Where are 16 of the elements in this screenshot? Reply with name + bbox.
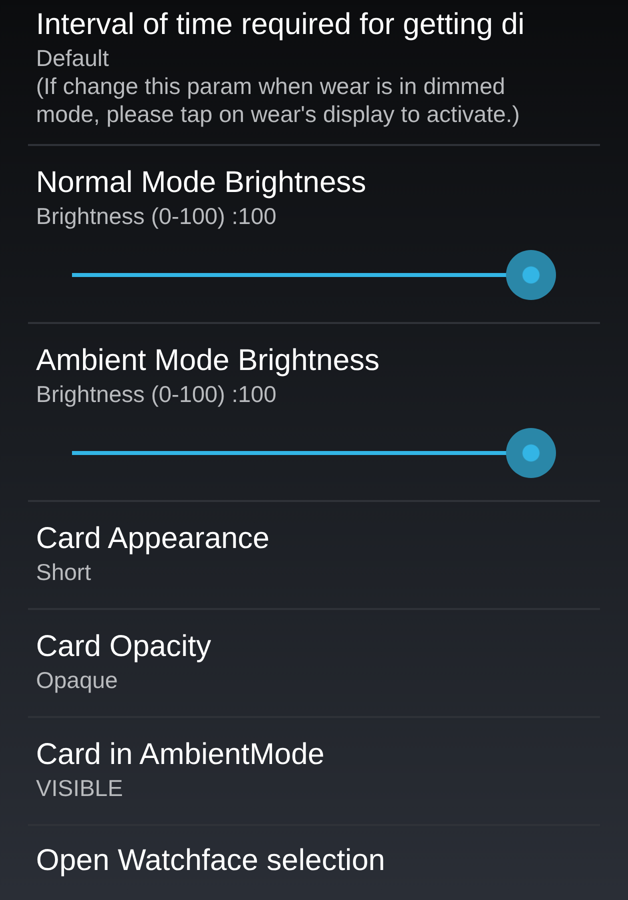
setting-summary: VISIBLE: [36, 774, 124, 802]
setting-summary: Brightness (0-100) :100: [36, 380, 278, 408]
setting-summary: Short: [36, 558, 92, 586]
setting-title[interactable]: Ambient Mode Brightness: [36, 342, 600, 380]
setting-title[interactable]: Open Watchface selection: [36, 842, 600, 880]
setting-note: (If change this param when wear is in dimmed mode, please tap on wear's display to activate.): [36, 72, 521, 128]
setting-summary: Brightness (0-100) :100: [36, 202, 278, 230]
slider-thumb[interactable]: [506, 250, 556, 300]
setting-title[interactable]: Normal Mode Brightness: [36, 164, 600, 202]
setting-title[interactable]: Card Opacity: [36, 628, 600, 666]
setting-summary: Opaque: [36, 666, 119, 694]
slider-thumb[interactable]: [506, 428, 556, 478]
setting-title[interactable]: Card Appearance: [36, 520, 600, 558]
setting-summary: Default: [36, 44, 110, 72]
setting-title[interactable]: Card in AmbientMode: [36, 736, 600, 774]
setting-title[interactable]: Interval of time required for getting di: [36, 6, 600, 44]
